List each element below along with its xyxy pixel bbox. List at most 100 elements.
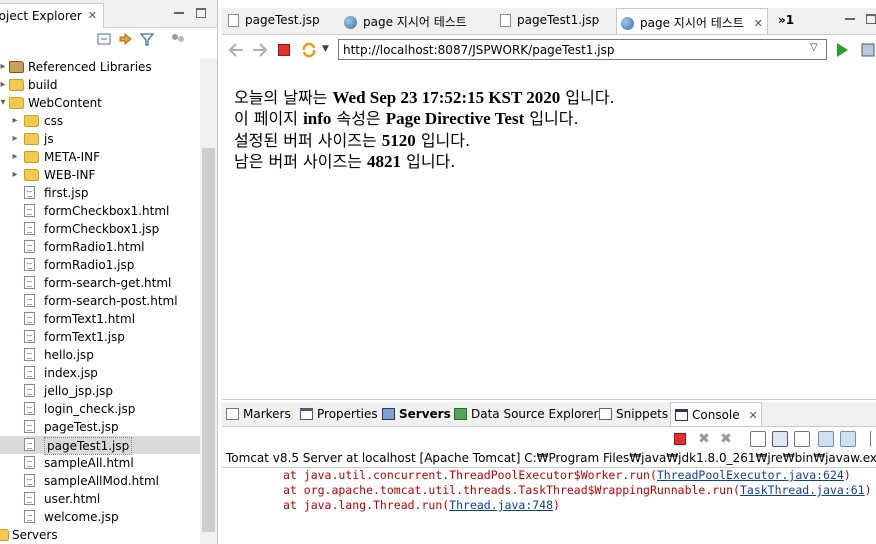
tree-item[interactable]: ▸ Referenced Libraries <box>0 58 200 76</box>
tab-page-directive-test-active[interactable]: page 지시어 테스트 ✕ <box>616 8 768 34</box>
view-menu-icon[interactable] <box>170 32 186 46</box>
tree-item[interactable]: formText1.jsp <box>0 328 200 346</box>
chevron-down-icon[interactable]: ▾ <box>0 94 8 112</box>
tree-item[interactable]: form-search-post.html <box>0 292 200 310</box>
chevron-right-icon[interactable]: ▸ <box>10 166 20 184</box>
tab-data-source-explorer[interactable]: Data Source Explorer <box>454 402 598 426</box>
tree-item[interactable]: welcome.jsp <box>0 508 200 526</box>
tab-overflow[interactable]: »1 <box>778 8 795 34</box>
info-keyword: info <box>303 109 332 128</box>
tab-project-explorer[interactable]: roject Explorer ✕ <box>0 3 104 28</box>
tree-item[interactable]: formRadio1.jsp <box>0 256 200 274</box>
tree-item[interactable]: ▸ META-INF <box>0 148 200 166</box>
remove-launch-icon[interactable]: ✖ <box>696 431 712 447</box>
tree-item[interactable]: sampleAllMod.html <box>0 472 200 490</box>
chevron-right-icon[interactable]: ▸ <box>0 58 8 76</box>
console-output: at java.util.concurrent.ThreadPoolExecut… <box>222 468 876 544</box>
close-icon[interactable]: ✕ <box>754 17 763 30</box>
show-console-stderr-icon[interactable] <box>840 431 856 447</box>
project-explorer-tabbar: roject Explorer ✕ <box>0 0 217 28</box>
console-text: at java.util.concurrent.ThreadPoolExecut… <box>283 468 657 482</box>
tree-item[interactable]: ▾ WebContent <box>0 94 200 112</box>
tab-markers[interactable]: Markers <box>226 402 291 426</box>
close-icon[interactable]: ✕ <box>748 409 757 422</box>
stacktrace-link[interactable]: ThreadPoolExecutor.java:624 <box>657 468 844 482</box>
scroll-lock-icon[interactable] <box>772 431 788 447</box>
tree-item-label: formCheckbox1.html <box>44 204 170 218</box>
tab-pagetest-jsp[interactable]: pageTest.jsp <box>228 8 320 34</box>
tab-label: pageTest1.jsp <box>517 13 600 27</box>
console-toolbar: ✖ ✖ <box>222 428 876 450</box>
chevron-right-icon[interactable]: ▸ <box>10 112 20 130</box>
tab-console[interactable]: Console ✕ <box>670 402 762 426</box>
tab-label: Markers <box>243 407 291 421</box>
minimize-icon[interactable] <box>174 8 184 14</box>
console-icon <box>675 409 688 421</box>
overflow-tabs-label: »1 <box>778 13 795 27</box>
collapse-all-icon[interactable] <box>96 32 112 46</box>
tree-item[interactable]: pageTest1.jsp <box>0 436 200 455</box>
tree-item[interactable]: formCheckbox1.html <box>0 202 200 220</box>
word-wrap-icon[interactable] <box>794 431 810 447</box>
close-icon[interactable]: ✕ <box>88 9 97 22</box>
link-with-editor-icon[interactable] <box>117 32 133 46</box>
tab-snippets[interactable]: Snippets <box>599 402 668 426</box>
filter-icon[interactable] <box>139 32 155 46</box>
file-icon <box>24 222 35 235</box>
tab-servers[interactable]: Servers <box>382 402 451 426</box>
console-text: at org.apache.tomcat.util.threads.TaskTh… <box>283 483 740 497</box>
go-icon[interactable] <box>837 43 848 57</box>
vertical-scrollbar[interactable] <box>200 58 217 544</box>
tab-properties[interactable]: Properties <box>300 402 378 426</box>
refresh-icon[interactable] <box>300 41 318 59</box>
maximize-icon[interactable] <box>196 8 206 18</box>
terminate-icon[interactable] <box>674 433 686 445</box>
maximize-icon[interactable] <box>866 14 876 24</box>
tree-item[interactable]: ▸ WEB-INF <box>0 166 200 184</box>
browser-menu-icon[interactable] <box>860 41 876 59</box>
tree-item-label: sampleAll.html <box>44 456 134 470</box>
doc-icon <box>500 14 511 27</box>
tree-item[interactable]: first.jsp <box>0 184 200 202</box>
tree-item[interactable]: hello.jsp <box>0 346 200 364</box>
tree-item[interactable]: form-search-get.html <box>0 274 200 292</box>
chevron-down-icon[interactable]: ▼ <box>322 44 329 54</box>
library-icon <box>9 61 24 73</box>
show-console-stdout-icon[interactable] <box>818 431 834 447</box>
pin-console-icon[interactable] <box>870 431 876 447</box>
url-input[interactable] <box>338 39 827 60</box>
tree-item[interactable]: formRadio1.html <box>0 238 200 256</box>
tree-item[interactable]: sampleAll.html <box>0 454 200 472</box>
tree-item[interactable]: ▸ css <box>0 112 200 130</box>
tab-page-directive-test-1[interactable]: page 지시어 테스트 <box>344 8 467 34</box>
tab-pagetest1-jsp[interactable]: pageTest1.jsp <box>500 8 600 34</box>
tree-item[interactable]: user.html <box>0 490 200 508</box>
tree-item-label: formCheckbox1.jsp <box>44 222 160 236</box>
tree-item[interactable]: formCheckbox1.jsp <box>0 220 200 238</box>
stacktrace-link[interactable]: TaskThread.java:61 <box>740 483 865 497</box>
tree-item[interactable]: ▸ build <box>0 76 200 94</box>
url-dropdown-icon[interactable]: ▽ <box>810 42 818 53</box>
chevron-right-icon[interactable]: ▸ <box>10 148 20 166</box>
tree-item[interactable]: ▸Servers <box>0 526 200 544</box>
stacktrace-link[interactable]: Thread.java:748 <box>449 498 553 512</box>
stop-icon[interactable] <box>278 44 290 56</box>
tree-item[interactable]: jello_jsp.jsp <box>0 382 200 400</box>
file-icon <box>24 492 35 505</box>
remove-all-terminated-icon[interactable]: ✖ <box>718 431 734 447</box>
clear-console-icon[interactable] <box>750 431 766 447</box>
tree-item[interactable]: login_check.jsp <box>0 400 200 418</box>
minimize-icon[interactable] <box>845 14 855 20</box>
back-icon[interactable] <box>228 42 244 58</box>
tree-item[interactable]: index.jsp <box>0 364 200 382</box>
tree-item[interactable]: pageTest.jsp <box>0 418 200 436</box>
file-icon <box>24 402 35 415</box>
scrollbar-thumb[interactable] <box>202 148 215 532</box>
chevron-right-icon[interactable]: ▸ <box>10 130 20 148</box>
project-explorer-title: roject Explorer <box>0 9 82 23</box>
chevron-right-icon[interactable]: ▸ <box>0 76 8 94</box>
tree-item[interactable]: ▸ js <box>0 130 200 148</box>
file-icon <box>24 456 35 469</box>
tree-item[interactable]: formText1.html <box>0 310 200 328</box>
forward-icon[interactable] <box>252 42 268 58</box>
